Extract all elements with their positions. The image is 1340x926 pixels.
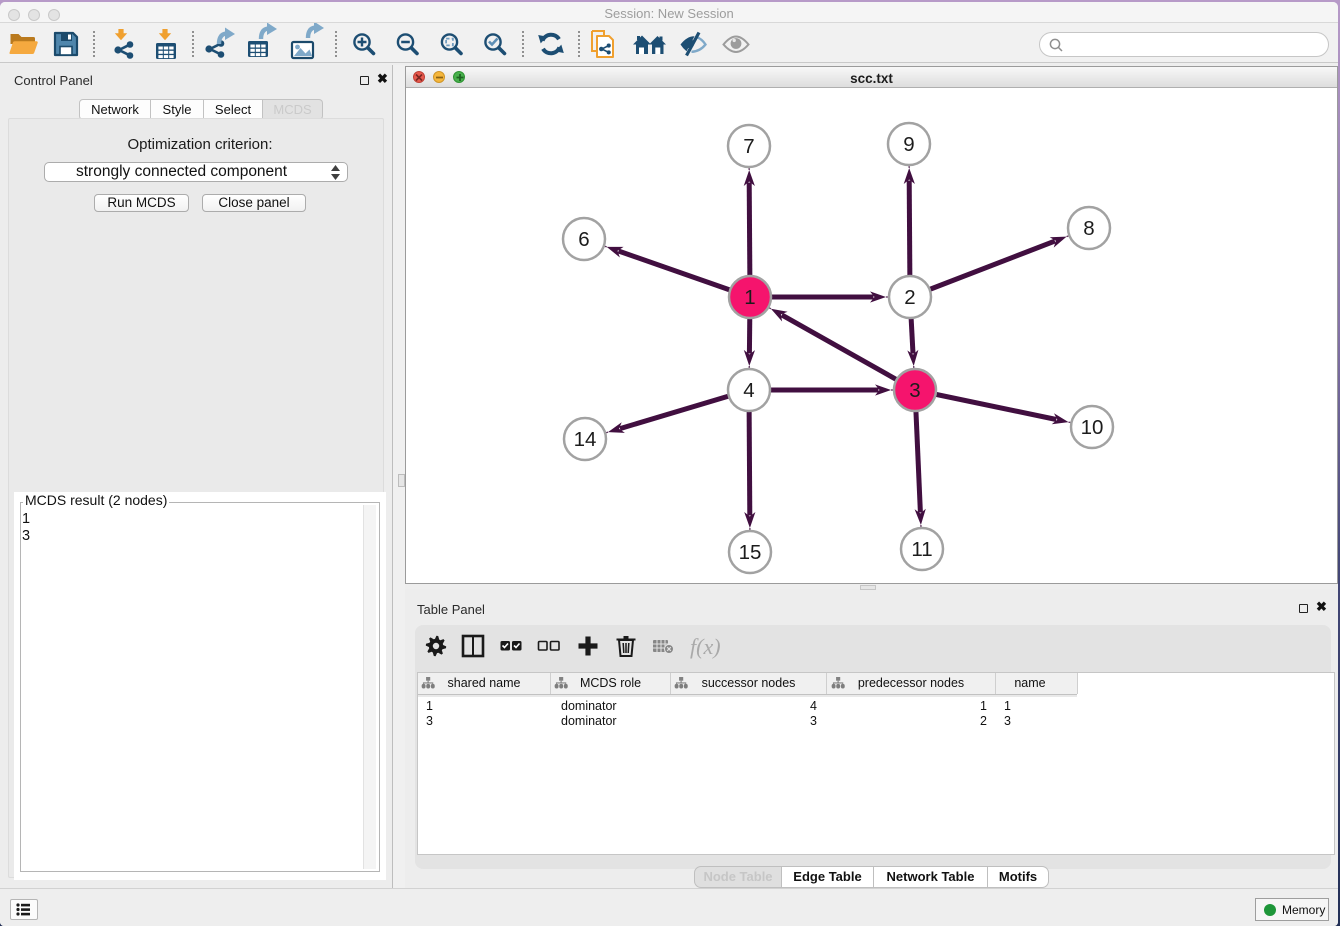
- svg-text:1: 1: [744, 286, 755, 309]
- svg-text:9: 9: [903, 133, 914, 156]
- svg-text:3: 3: [909, 379, 920, 402]
- svg-text:7: 7: [743, 135, 754, 158]
- svg-text:2: 2: [904, 286, 915, 309]
- svg-text:14: 14: [574, 428, 597, 451]
- svg-text:11: 11: [911, 538, 932, 561]
- svg-text:8: 8: [1083, 217, 1094, 240]
- svg-text:10: 10: [1081, 416, 1104, 439]
- svg-text:15: 15: [739, 541, 762, 564]
- svg-text:6: 6: [578, 228, 589, 251]
- svg-text:f(x): f(x): [690, 634, 721, 659]
- svg-text:4: 4: [743, 379, 754, 402]
